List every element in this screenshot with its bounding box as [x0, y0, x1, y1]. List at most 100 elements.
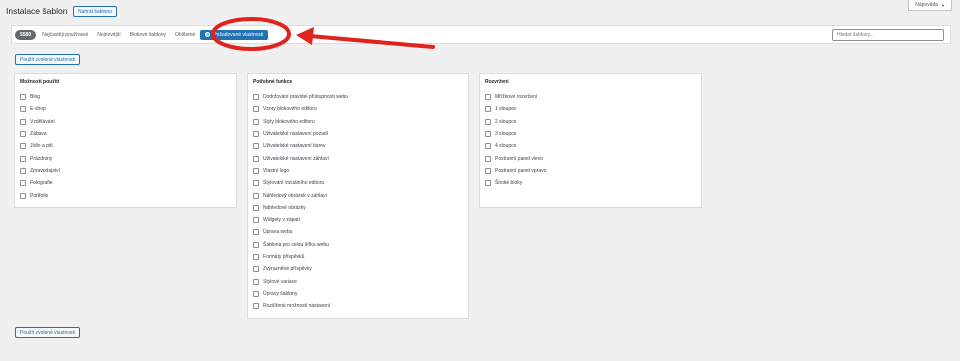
checkbox[interactable] [20, 94, 26, 101]
layout-option[interactable]: Postranní panel vpravo [485, 165, 696, 177]
layout-option-label: Postranní panel vpravo [495, 167, 547, 174]
checkbox[interactable] [253, 229, 259, 236]
upload-theme-button[interactable]: Nahrát šablonu [73, 6, 117, 17]
checkbox[interactable] [253, 290, 259, 297]
checkbox[interactable] [253, 94, 259, 101]
layout-panel-title: Rozvržení [485, 79, 509, 85]
checkbox[interactable] [253, 278, 259, 285]
layout-option[interactable]: Postranní panel vlevo [485, 152, 696, 164]
subject-option-label: Portfolio [30, 192, 49, 199]
checkbox[interactable] [253, 106, 259, 113]
checkbox[interactable] [253, 155, 259, 162]
tab-latest[interactable]: Nejnovější [97, 32, 120, 38]
checkbox[interactable] [253, 118, 259, 125]
gear-icon: ⚙ [205, 32, 211, 37]
subject-option[interactable]: Vzdělávání [20, 116, 231, 128]
tab-popular[interactable]: Nejčastěji používané [42, 32, 88, 38]
checkbox[interactable] [20, 106, 26, 113]
subject-option[interactable]: Fotografie [20, 177, 231, 189]
checkbox[interactable] [253, 143, 259, 150]
layout-option[interactable]: 2 sloupce [485, 116, 696, 128]
features-option[interactable]: Styly blokového editoru [253, 116, 463, 128]
checkbox[interactable] [485, 106, 491, 113]
filter-bar: 5580 Nejčastěji používané Nejnovější Blo… [11, 25, 951, 44]
checkbox[interactable] [485, 155, 491, 162]
features-panel-title: Potřebné funkce [253, 79, 293, 85]
features-option-label: Úpravy šablony [263, 290, 298, 297]
checkbox[interactable] [485, 118, 491, 125]
features-option[interactable]: Vlastní logo [253, 165, 463, 177]
checkbox[interactable] [253, 217, 259, 224]
features-option[interactable]: Uživatelské nastavení záhlaví [253, 152, 463, 164]
features-option[interactable]: Formáty příspěvků [253, 251, 463, 263]
features-option-label: Vlastní logo [263, 167, 290, 174]
layout-option[interactable]: Mřížkové rozvržení [485, 91, 696, 103]
subject-option-label: Zpravodajství [30, 167, 61, 174]
subject-option-label: Zábava [30, 131, 47, 138]
subject-option[interactable]: Zpravodajství [20, 165, 231, 177]
checkbox[interactable] [253, 192, 259, 199]
features-option[interactable]: Náhledový obrázek v záhlaví [253, 189, 463, 201]
checkbox[interactable] [20, 167, 26, 174]
subject-option[interactable]: Jídlo a pití [20, 140, 231, 152]
checkbox[interactable] [485, 131, 491, 138]
tab-favorites[interactable]: Oblíbené [175, 32, 195, 38]
features-option[interactable]: Šablona pro celou šířku webu [253, 239, 463, 251]
features-option[interactable]: Náhledové obrázky [253, 202, 463, 214]
checkbox[interactable] [20, 192, 26, 199]
layout-option[interactable]: 1 sloupec [485, 103, 696, 115]
features-option[interactable]: Stylování vizuálního editoru [253, 177, 463, 189]
features-option[interactable]: Widgety v zápatí [253, 214, 463, 226]
checkbox[interactable] [253, 241, 259, 248]
checkbox[interactable] [20, 180, 26, 187]
checkbox[interactable] [253, 303, 259, 310]
apply-filters-button-top[interactable]: Použít zvolené vlastnosti [15, 54, 81, 65]
apply-filters-button-bottom[interactable]: Použít zvolené vlastnosti [15, 327, 81, 338]
features-option[interactable]: Úpravy šablony [253, 288, 463, 300]
checkbox[interactable] [253, 131, 259, 138]
features-option[interactable]: Úprava webu [253, 226, 463, 238]
features-option[interactable]: Zvýrazněné příspěvky [253, 263, 463, 275]
tab-feature-filter[interactable]: ⚙ Požadované vlastnosti [200, 29, 269, 40]
features-option-label: Dodržování pravidel přístupnosti webu [263, 94, 349, 101]
subject-option[interactable]: Zábava [20, 128, 231, 140]
checkbox[interactable] [485, 94, 491, 101]
features-option-label: Stylování vizuálního editoru [263, 180, 325, 187]
checkbox[interactable] [253, 254, 259, 260]
features-option[interactable]: Vzory blokového editoru [253, 103, 463, 115]
search-input[interactable] [832, 29, 944, 41]
tab-block-themes[interactable]: Blokové šablony [130, 32, 166, 38]
theme-count-badge: 5580 [15, 29, 37, 40]
checkbox[interactable] [20, 155, 26, 162]
features-option[interactable]: Rozšířené možnosti nastavení [253, 300, 463, 312]
subject-option[interactable]: E-shop [20, 103, 231, 115]
checkbox[interactable] [485, 167, 491, 174]
layout-option[interactable]: 3 sloupce [485, 128, 696, 140]
checkbox[interactable] [253, 204, 259, 211]
features-option[interactable]: Uživatelské nastavení barev [253, 140, 463, 152]
checkbox[interactable] [253, 180, 259, 187]
checkbox[interactable] [253, 167, 259, 174]
layout-option-label: 3 sloupce [495, 131, 517, 138]
features-option[interactable]: Uživatelské nastavení pozadí [253, 128, 463, 140]
checkbox[interactable] [20, 118, 26, 125]
features-option-label: Úprava webu [263, 229, 293, 236]
layout-option-label: Mřížkové rozvržení [495, 94, 538, 101]
tab-feature-filter-label: Požadované vlastnosti [213, 31, 264, 38]
help-button[interactable]: Nápověda ▼ [908, 0, 952, 11]
features-option[interactable]: Stylové variace [253, 275, 463, 287]
checkbox[interactable] [485, 143, 491, 150]
checkbox[interactable] [20, 131, 26, 138]
features-option-label: Widgety v zápatí [263, 217, 300, 224]
subject-option[interactable]: Blog [20, 91, 231, 103]
features-option-label: Styly blokového editoru [263, 118, 315, 125]
subject-option[interactable]: Portfolio [20, 189, 231, 201]
features-option-label: Stylové variace [263, 278, 297, 285]
layout-option[interactable]: Široké bloky [485, 177, 696, 189]
layout-option[interactable]: 4 sloupce [485, 140, 696, 152]
features-option[interactable]: Dodržování pravidel přístupnosti webu [253, 91, 463, 103]
checkbox[interactable] [253, 266, 259, 273]
subject-option[interactable]: Prázdniny [20, 152, 231, 164]
checkbox[interactable] [20, 143, 26, 150]
checkbox[interactable] [485, 180, 491, 187]
